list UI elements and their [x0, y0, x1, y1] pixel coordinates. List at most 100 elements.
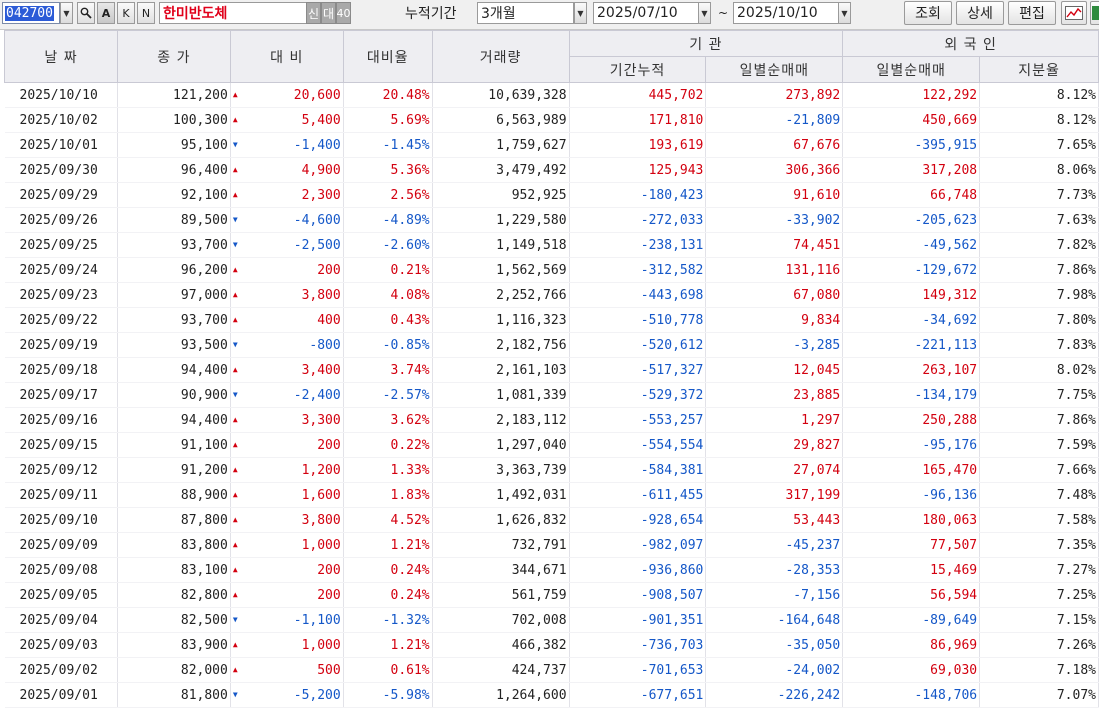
cell-inst-daily: 91,610 [705, 182, 844, 208]
edit-button[interactable]: 편집 [1008, 1, 1056, 25]
cell-close: 94,400 [117, 357, 231, 383]
table-row[interactable]: 2025/09/05 82,800 ▲ 200 0.24% 561,759 -908,507… [4, 582, 1099, 608]
table-row[interactable]: 2025/09/03 83,900 ▲ 1,000 1.21% 466,382 -736,7… [4, 632, 1099, 658]
cell-volume-value: 561,759 [511, 587, 567, 603]
cell-inst-daily-value: 67,676 [793, 137, 841, 153]
period-label: 누적기간 [405, 6, 457, 22]
column-header-inst-cumulative[interactable]: 기간누적 [568, 56, 707, 83]
column-group-foreign: 외 국 인 [842, 30, 1099, 57]
column-header-foreign-ratio[interactable]: 지분율 [979, 56, 1099, 83]
date-to-input[interactable]: 2025/10/10 [733, 2, 839, 24]
cell-date-value: 2025/09/15 [19, 437, 98, 453]
cell-inst-cumulative: 125,943 [569, 157, 707, 183]
column-header-date[interactable]: 날 짜 [4, 30, 118, 83]
cell-rate: 0.21% [343, 257, 433, 283]
table-row[interactable]: 2025/09/22 93,700 ▲ 400 0.43% 1,116,323 -510,7… [4, 307, 1099, 333]
cell-date: 2025/09/15 [4, 432, 118, 458]
triangle-up-icon: ▲ [232, 290, 238, 299]
table-row[interactable]: 2025/09/12 91,200 ▲ 1,200 1.33% 3,363,739 -584… [4, 457, 1099, 483]
cell-foreign-daily-value: -49,562 [922, 237, 978, 253]
cell-inst-daily-value: -45,237 [785, 537, 841, 553]
column-header-volume[interactable]: 거래량 [431, 30, 570, 83]
period-dropdown-button[interactable]: ▼ [574, 2, 587, 24]
table-row[interactable]: 2025/09/08 83,100 ▲ 200 0.24% 344,671 -936,860… [4, 557, 1099, 583]
table-row[interactable]: 2025/09/04 82,500 ▼ -1,100 -1.32% 702,008 -901… [4, 607, 1099, 633]
cell-close-value: 83,100 [180, 562, 228, 578]
table-row[interactable]: 2025/09/25 93,700 ▼ -2,500 -2.60% 1,149,518 -2… [4, 232, 1099, 258]
cell-change-value: 200 [317, 262, 341, 278]
cell-date-value: 2025/09/29 [19, 187, 98, 203]
cell-rate-value: -1.32% [382, 612, 430, 628]
cell-close: 94,400 [117, 407, 231, 433]
cell-change-value: 1,000 [301, 537, 341, 553]
stock-code-dropdown-button[interactable]: ▼ [60, 2, 73, 24]
column-header-close[interactable]: 종 가 [116, 30, 231, 83]
table-row[interactable]: 2025/09/15 91,100 ▲ 200 0.22% 1,297,040 -554,5… [4, 432, 1099, 458]
market-filter-kosdaq-button[interactable]: N [137, 2, 155, 24]
cell-change-value: -800 [309, 337, 341, 353]
table-row[interactable]: 2025/10/01 95,100 ▼ -1,400 -1.45% 1,759,627 19… [4, 132, 1099, 158]
table-row[interactable]: 2025/09/24 96,200 ▲ 200 0.21% 1,562,569 -312,5… [4, 257, 1099, 283]
column-header-inst-daily[interactable]: 일별순매매 [705, 56, 844, 83]
cell-volume-value: 1,116,323 [496, 312, 567, 328]
cell-foreign-daily-value: 250,288 [922, 412, 978, 428]
triangle-down-icon: ▼ [232, 615, 238, 624]
triangle-up-icon: ▲ [232, 115, 238, 124]
market-filter-all-button[interactable]: A [97, 2, 115, 24]
cell-date-value: 2025/09/12 [19, 462, 98, 478]
cell-date-value: 2025/10/01 [19, 137, 98, 153]
cell-rate: 3.74% [343, 357, 433, 383]
cell-date: 2025/09/25 [4, 232, 118, 258]
table-row[interactable]: 2025/09/30 96,400 ▲ 4,900 5.36% 3,479,492 125,… [4, 157, 1099, 183]
cell-rate-value: 20.48% [382, 87, 430, 103]
column-header-rate[interactable]: 대비율 [342, 30, 433, 83]
table-row[interactable]: 2025/09/17 90,900 ▼ -2,400 -2.57% 1,081,339 -5… [4, 382, 1099, 408]
table-row[interactable]: 2025/09/10 87,800 ▲ 3,800 4.52% 1,626,832 -928… [4, 507, 1099, 533]
cell-close-value: 96,400 [180, 162, 228, 178]
table-row[interactable]: 2025/10/02 100,300 ▲ 5,400 5.69% 6,563,989 171… [4, 107, 1099, 133]
cell-change: ▲ 400 [230, 307, 344, 333]
cell-date: 2025/09/22 [4, 307, 118, 333]
cell-foreign-daily: 263,107 [842, 357, 981, 383]
cell-inst-daily-value: 273,892 [785, 87, 841, 103]
cell-foreign-ratio: 7.27% [979, 557, 1099, 583]
triangle-up-icon: ▲ [232, 665, 238, 674]
stock-search-button[interactable] [77, 2, 95, 24]
table-row[interactable]: 2025/09/01 81,800 ▼ -5,200 -5.98% 1,264,600 -6… [4, 682, 1099, 708]
date-from-input[interactable]: 2025/07/10 [593, 2, 699, 24]
date-from-calendar-button[interactable]: ▼ [698, 2, 711, 24]
table-row[interactable]: 2025/09/18 94,400 ▲ 3,400 3.74% 2,161,103 -517… [4, 357, 1099, 383]
investor-trend-table: 날 짜 종 가 대 비 대비율 거래량 기 관 외 국 인 기간누적 일별순매매… [4, 30, 1099, 708]
table-row[interactable]: 2025/09/16 94,400 ▲ 3,300 3.62% 2,183,112 -553… [4, 407, 1099, 433]
cell-inst-cumulative: 193,619 [569, 132, 707, 158]
cell-foreign-ratio: 7.48% [979, 482, 1099, 508]
cell-inst-daily: -226,242 [705, 682, 844, 708]
table-row[interactable]: 2025/09/11 88,900 ▲ 1,600 1.83% 1,492,031 -611… [4, 482, 1099, 508]
cell-inst-daily: 1,297 [705, 407, 844, 433]
table-row[interactable]: 2025/09/29 92,100 ▲ 2,300 2.56% 952,925 -180,4… [4, 182, 1099, 208]
cell-date-value: 2025/09/26 [19, 212, 98, 228]
table-row[interactable]: 2025/09/26 89,500 ▼ -4,600 -4.89% 1,229,580 -2… [4, 207, 1099, 233]
detail-button[interactable]: 상세 [956, 1, 1004, 25]
excel-export-button[interactable] [1090, 1, 1099, 25]
column-header-foreign-daily[interactable]: 일별순매매 [842, 56, 981, 83]
cell-foreign-ratio: 7.15% [979, 607, 1099, 633]
cell-close: 121,200 [117, 82, 231, 108]
table-row[interactable]: 2025/09/23 97,000 ▲ 3,800 4.08% 2,252,766 -443… [4, 282, 1099, 308]
cell-inst-cumulative-value: -553,257 [640, 412, 704, 428]
table-row[interactable]: 2025/09/02 82,000 ▲ 500 0.61% 424,737 -701,653… [4, 657, 1099, 683]
stock-code-input[interactable]: 042700 [2, 2, 60, 24]
cell-rate-value: -2.57% [382, 387, 430, 403]
date-to-calendar-button[interactable]: ▼ [838, 2, 851, 24]
cell-rate-value: 1.21% [390, 537, 430, 553]
cell-inst-cumulative: -553,257 [569, 407, 707, 433]
table-row[interactable]: 2025/09/09 83,800 ▲ 1,000 1.21% 732,791 -982,0… [4, 532, 1099, 558]
period-select[interactable]: 3개월 [477, 2, 574, 24]
market-filter-kospi-button[interactable]: K [117, 2, 135, 24]
cell-volume: 2,182,756 [432, 332, 570, 358]
column-header-change[interactable]: 대 비 [229, 30, 344, 83]
table-row[interactable]: 2025/10/10 121,200 ▲ 20,600 20.48% 10,639,328… [4, 82, 1099, 108]
search-button[interactable]: 조회 [904, 1, 952, 25]
chart-button[interactable] [1061, 1, 1087, 25]
table-row[interactable]: 2025/09/19 93,500 ▼ -800 -0.85% 2,182,756 -520… [4, 332, 1099, 358]
